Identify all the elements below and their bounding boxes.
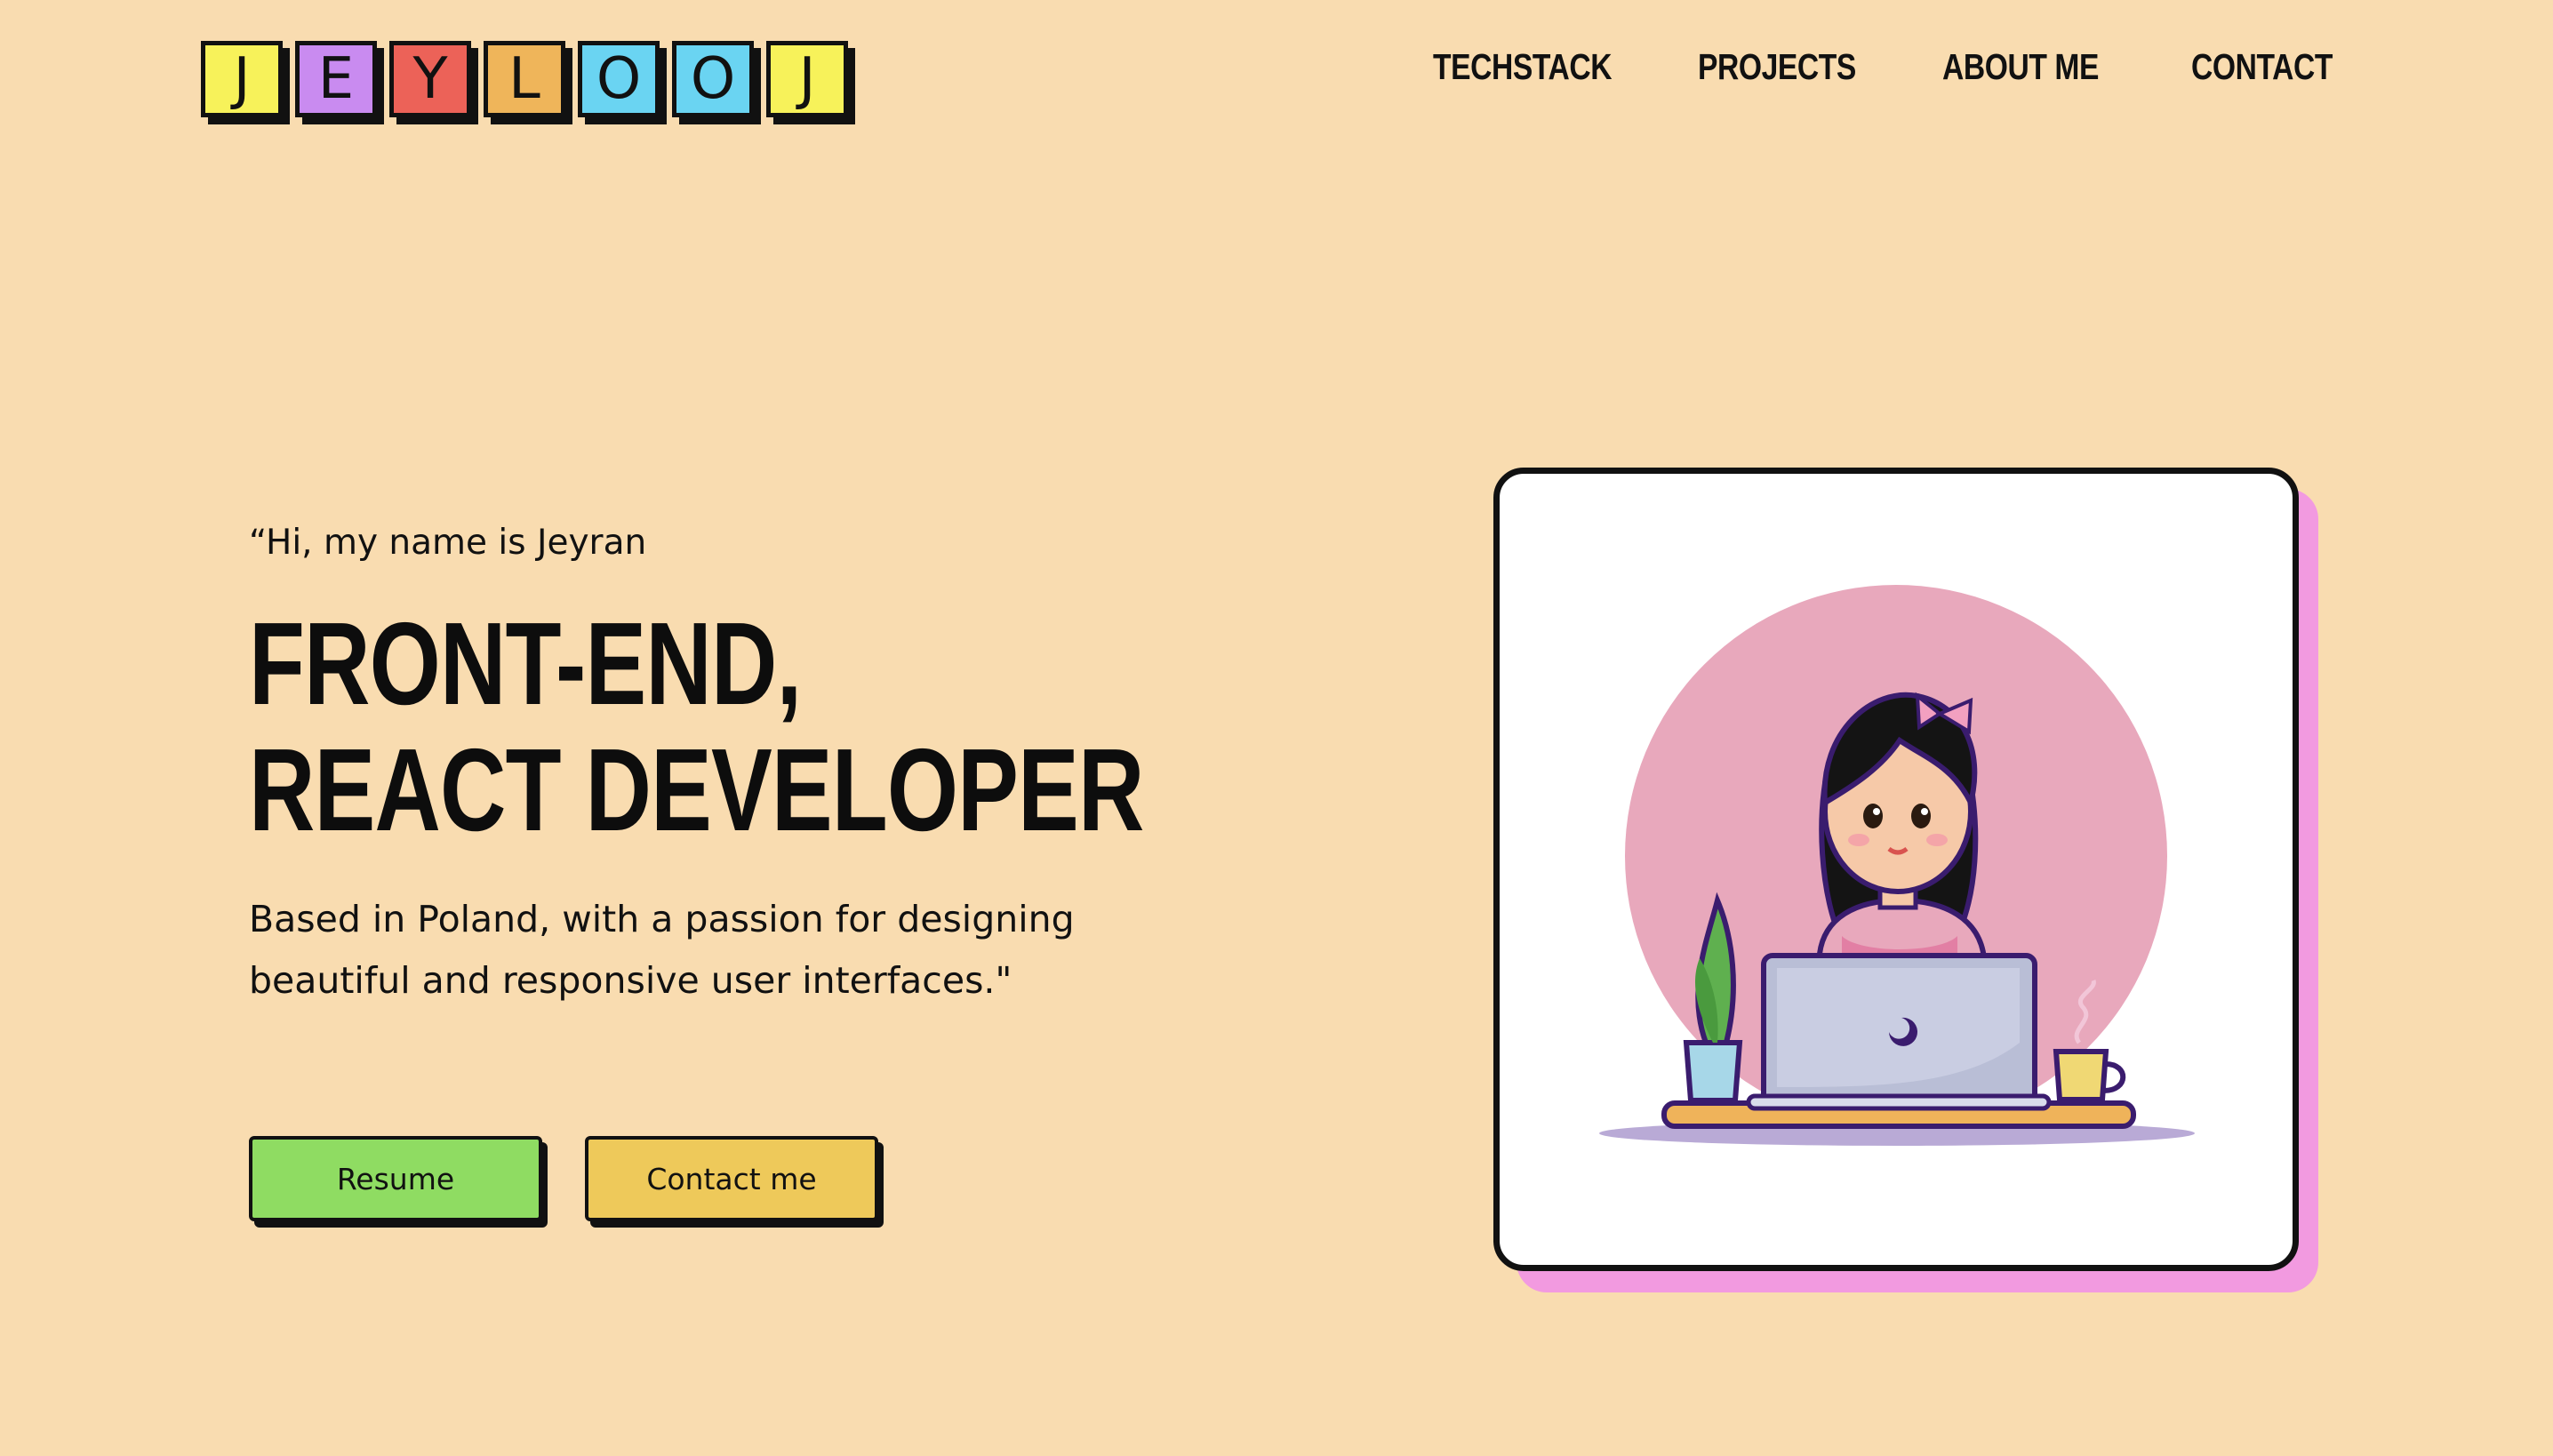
resume-button[interactable]: Resume [249,1136,542,1221]
nav-link-techstack[interactable]: TECHSTACK [1433,46,1613,88]
logo-tile-e: E [295,41,377,117]
contact-me-button[interactable]: Contact me [585,1136,878,1221]
logo-tile-o: O [578,41,660,117]
nav-link-projects[interactable]: PROJECTS [1698,46,1856,88]
logo-tile-o-second: O [672,41,754,117]
nav-link-contact[interactable]: CONTACT [2191,46,2333,88]
girl-laptop-illustration [1599,585,2195,1146]
headline-line-2: REACT DEVELOPER [249,724,1144,855]
hero-greeting: “Hi, my name is Jeyran [249,523,647,563]
logo-tile-j-second: J [766,41,848,117]
site-logo[interactable]: J E Y L O O J [201,41,848,117]
hero-headline: FRONT-END, REACT DEVELOPER [249,601,1144,853]
logo-tile-y: Y [389,41,471,117]
nav-link-about-me[interactable]: ABOUT ME [1942,46,2099,88]
logo-tile-j: J [201,41,283,117]
portfolio-page: J E Y L O O J TECHSTACK PROJECTS ABOUT M… [0,0,2553,1456]
headline-line-1: FRONT-END, [249,598,802,729]
illustration-card [1493,468,2299,1271]
logo-tile-l: L [484,41,565,117]
hero-subtitle: Based in Poland, with a passion for desi… [249,898,1075,1002]
